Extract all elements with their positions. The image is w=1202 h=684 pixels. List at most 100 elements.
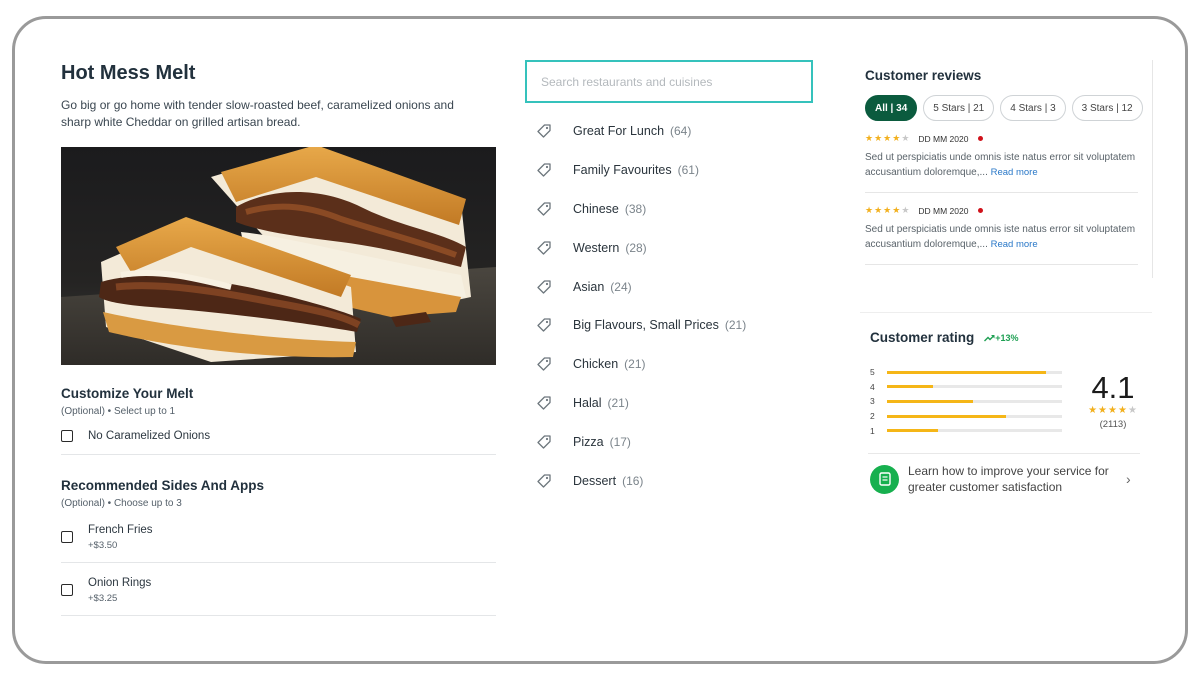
star-filled-icon: ★	[883, 205, 893, 215]
review-filter-tab[interactable]: 3 Stars | 12	[1071, 95, 1143, 121]
rating-bar-row: 2	[870, 409, 1062, 424]
category-item[interactable]: Chinese (38)	[536, 190, 806, 229]
star-filled-icon: ★	[892, 205, 902, 215]
rating-bar-label: 2	[870, 411, 875, 422]
category-item[interactable]: Pizza (17)	[536, 422, 806, 461]
rating-stars: ★★★★★	[1078, 405, 1148, 416]
review-header: ★★★★★ DD MM 2020	[865, 205, 1138, 216]
category-item[interactable]: Chicken (21)	[536, 345, 806, 384]
tag-icon	[537, 279, 551, 294]
category-name: Great For Lunch	[573, 124, 665, 139]
category-item[interactable]: Great For Lunch (64)	[536, 112, 806, 151]
document-icon	[870, 464, 899, 494]
rating-count: (2113)	[1099, 419, 1127, 430]
star-filled-icon: ★	[1108, 405, 1118, 416]
rating-bar-row: 1	[870, 423, 1062, 438]
star-filled-icon: ★	[1117, 405, 1128, 416]
star-filled-icon: ★	[865, 205, 875, 215]
category-item[interactable]: Halal (21)	[536, 384, 806, 423]
option-onion-rings[interactable]: Onion Rings +$3.25	[61, 575, 496, 605]
item-title: Hot Mess Melt	[61, 62, 196, 84]
checkbox[interactable]	[61, 584, 73, 596]
option-french-fries[interactable]: French Fries +$3.50	[61, 522, 496, 552]
rating-bar-label: 5	[870, 367, 875, 378]
category-item[interactable]: Western (28)	[536, 228, 806, 267]
tag-icon	[537, 318, 551, 333]
category-name: Chicken	[573, 357, 619, 372]
tag-icon	[537, 357, 551, 371]
category-name: Halal	[573, 395, 602, 410]
chevron-right-icon[interactable]: ›	[1126, 471, 1131, 487]
rating-bar-fill	[887, 385, 933, 389]
read-more-link[interactable]: Read more	[991, 239, 1038, 250]
category-item[interactable]: Dessert (16)	[536, 461, 806, 500]
trend-value: +13%	[995, 332, 1019, 343]
improve-service-link[interactable]: Learn how to improve your service for gr…	[868, 453, 1140, 504]
category-count: (21)	[607, 395, 629, 410]
sandwich-photo	[61, 147, 496, 365]
rating-bar-track	[887, 385, 1062, 389]
option-price: +$3.25	[88, 592, 118, 604]
checkbox[interactable]	[61, 531, 73, 543]
category-list: Great For Lunch (64) Family Favourites (61)…	[536, 112, 806, 500]
item-detail-panel: Hot Mess Melt Go big or go home with ten…	[61, 60, 496, 616]
option-label: No Caramelized Onions	[88, 430, 211, 442]
tag-icon	[537, 435, 551, 449]
review-text: Sed ut perspiciatis unde omnis iste natu…	[865, 150, 1138, 180]
customize-section: Customize Your Melt (Optional) • Select …	[61, 386, 496, 455]
tag-icon	[537, 124, 551, 139]
star-filled-icon: ★	[1098, 405, 1109, 416]
review-filter-tab[interactable]: All | 34	[865, 95, 918, 121]
review-filter-tab[interactable]: 4 Stars | 3	[1000, 95, 1066, 121]
rating-bar-label: 4	[870, 381, 875, 392]
category-name: Pizza	[573, 434, 604, 449]
review-item: ★★★★★ DD MM 2020 Sed ut perspiciatis unde …	[865, 193, 1138, 265]
search-box[interactable]	[525, 60, 813, 103]
checkbox[interactable]	[61, 430, 73, 442]
category-item[interactable]: Family Favourites (61)	[536, 151, 806, 190]
category-count: (24)	[610, 279, 632, 294]
rating-distribution: 5 4 3 2 1	[870, 365, 1062, 438]
customize-subtitle: (Optional) • Select up to 1	[61, 406, 176, 417]
rating-bar-track	[887, 370, 1062, 374]
rating-bar-fill	[887, 414, 1006, 418]
star-empty-icon: ★	[1127, 405, 1138, 416]
rating-bar-track	[887, 414, 1062, 418]
new-indicator-dot	[978, 136, 984, 141]
read-more-link[interactable]: Read more	[991, 167, 1038, 178]
option-no-caramelized-onions[interactable]: No Caramelized Onions	[61, 429, 496, 443]
divider	[61, 562, 496, 563]
rating-bar-fill	[887, 429, 938, 433]
rating-bar-row: 5	[870, 365, 1062, 380]
category-name: Dessert	[573, 473, 617, 488]
tag-icon	[537, 396, 551, 410]
category-name: Big Flavours, Small Prices	[573, 318, 719, 333]
category-count: (28)	[625, 240, 647, 255]
category-item[interactable]: Asian (24)	[536, 267, 806, 306]
category-count: (21)	[724, 318, 747, 333]
search-input[interactable]	[539, 73, 803, 90]
improve-service-text: Learn how to improve your service for gr…	[908, 464, 1109, 494]
tag-icon	[537, 241, 551, 255]
rating-bar-track	[887, 399, 1062, 403]
divider	[61, 454, 496, 455]
category-count: (16)	[622, 473, 644, 488]
category-name: Asian	[573, 279, 605, 294]
category-count: (38)	[624, 201, 647, 216]
review-filter-tabs: All | 34 5 Stars | 21 4 Stars | 33 Stars |…	[865, 95, 1152, 121]
review-stars: ★★★★★	[865, 133, 910, 144]
category-count: (21)	[624, 357, 646, 372]
rating-bar-row: 4	[870, 380, 1062, 395]
customer-rating-panel: Customer rating +13% 54321 4.1 ★★★★★ (21…	[860, 312, 1152, 503]
rating-bar-row: 3	[870, 394, 1062, 409]
star-filled-icon: ★	[874, 133, 884, 143]
divider	[61, 615, 496, 616]
review-filter-tab[interactable]: 5 Stars | 21	[923, 95, 995, 121]
new-indicator-dot	[978, 208, 984, 213]
category-name: Chinese	[573, 201, 619, 216]
category-item[interactable]: Big Flavours, Small Prices (21)	[536, 306, 806, 345]
item-description: Go big or go home with tender slow-roast…	[61, 98, 454, 129]
category-count: (64)	[670, 124, 692, 139]
review-date: DD MM 2020	[918, 133, 969, 144]
category-name: Family Favourites	[573, 163, 672, 178]
